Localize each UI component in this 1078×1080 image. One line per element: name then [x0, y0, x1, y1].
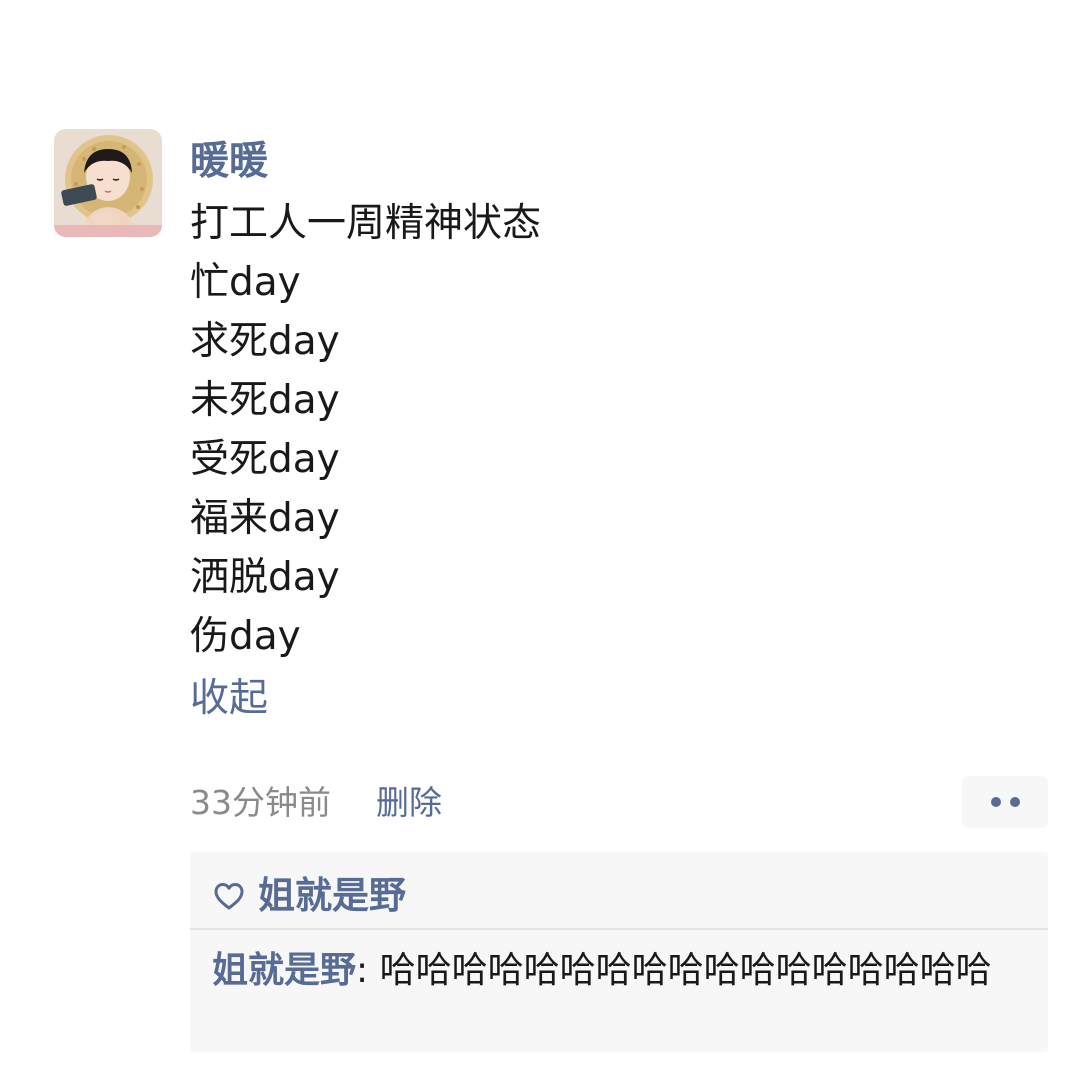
- more-dots-icon: [990, 797, 1001, 807]
- avatar[interactable]: [54, 129, 162, 237]
- post-text-line: 受死day: [190, 437, 340, 482]
- post-text-line: 伤day: [190, 614, 301, 659]
- post-text-line: 求死day: [190, 319, 340, 364]
- author-name[interactable]: 暖暖: [190, 136, 1040, 188]
- moments-post: 暖暖 打工人一周精神状态 忙day 求死day 未死day 受死day 福来da…: [0, 0, 1078, 1080]
- delete-button[interactable]: 删除: [376, 782, 442, 824]
- post-meta-row: 33分钟前 删除: [190, 776, 1048, 830]
- comment-text: 哈哈哈哈哈哈哈哈哈哈哈哈哈哈哈哈哈: [379, 950, 992, 991]
- comment-separator: :: [356, 950, 380, 991]
- more-actions-button[interactable]: [962, 776, 1048, 828]
- commenter-name[interactable]: 姐就是野: [212, 950, 356, 991]
- comment-item[interactable]: 姐就是野: 哈哈哈哈哈哈哈哈哈哈哈哈哈哈哈哈哈: [212, 944, 1022, 998]
- post-content: 暖暖 打工人一周精神状态 忙day 求死day 未死day 受死day 福来da…: [190, 136, 1040, 728]
- more-dots-icon: [1009, 797, 1020, 807]
- post-text-line: 打工人一周精神状态: [190, 201, 542, 246]
- likes-comments-panel: 姐就是野 姐就是野: 哈哈哈哈哈哈哈哈哈哈哈哈哈哈哈哈哈: [190, 852, 1048, 1052]
- post-text-line: 洒脱day: [190, 555, 340, 600]
- liker-name[interactable]: 姐就是野: [258, 872, 406, 920]
- post-text-line: 忙day: [190, 260, 301, 305]
- post-timestamp: 33分钟前: [190, 783, 331, 822]
- heart-outline-icon: [214, 883, 244, 910]
- divider: [190, 928, 1048, 930]
- post-text-line: 未死day: [190, 378, 340, 423]
- collapse-link[interactable]: 收起: [190, 670, 268, 728]
- post-text-line: 福来day: [190, 496, 340, 541]
- likes-row: 姐就是野: [212, 868, 406, 924]
- post-text: 打工人一周精神状态 忙day 求死day 未死day 受死day 福来day 洒…: [190, 194, 1040, 666]
